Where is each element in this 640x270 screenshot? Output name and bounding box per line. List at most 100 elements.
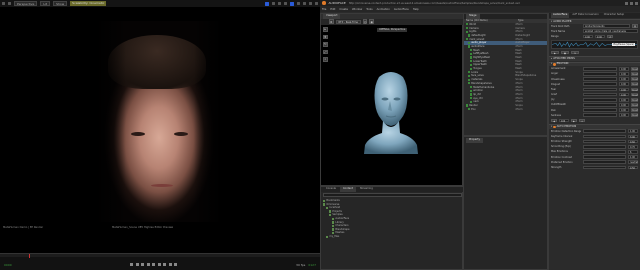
- auto-emotion-value[interactable]: 3.00: [628, 134, 638, 139]
- auto-emotion-value[interactable]: 1.00: [628, 129, 638, 133]
- sequencer-timeline[interactable]: 0000 30 fps 0127: [0, 253, 320, 270]
- list-item[interactable]: my_files: [323, 235, 462, 239]
- emotion-reset-button[interactable]: Reset: [631, 82, 638, 86]
- column-name[interactable]: Name (Old Name): [464, 19, 516, 22]
- timeline-track[interactable]: [0, 253, 320, 258]
- emotion-slider[interactable]: [583, 103, 617, 107]
- auto-emotion-slider[interactable]: [583, 155, 626, 160]
- emotion-value-field[interactable]: 0.00: [619, 82, 629, 86]
- emotion-slider[interactable]: [583, 87, 617, 92]
- playhead[interactable]: [28, 254, 30, 258]
- emotion-slider[interactable]: [583, 97, 617, 102]
- emotion-value-field[interactable]: 0.00: [619, 66, 629, 71]
- range-reset-icon[interactable]: ↺: [607, 34, 613, 39]
- auto-emotion-value[interactable]: 6: [628, 150, 638, 154]
- tab-audio2face[interactable]: Audio2Face: [551, 13, 570, 18]
- play-icon[interactable]: ▶: [551, 50, 559, 55]
- emotion-slider[interactable]: [583, 108, 617, 113]
- auto-emotion-slider[interactable]: [583, 134, 626, 139]
- range-start-field[interactable]: 0.00: [583, 34, 593, 39]
- step-back-icon[interactable]: [141, 263, 145, 266]
- close-icon[interactable]: [635, 1, 638, 5]
- skip-start-icon[interactable]: [130, 263, 134, 266]
- rotate-tool-icon[interactable]: ↻: [323, 42, 328, 47]
- menu-window[interactable]: Window: [352, 8, 362, 11]
- keyframe-field[interactable]: 100: [559, 118, 569, 123]
- app-viewport-panel[interactable]: Viewport ⚙ RTX - Real-Time ◎ ◉ ▸ ✥ ↻ ⤢ ⌖…: [320, 13, 464, 186]
- step-forward-icon[interactable]: [157, 263, 161, 266]
- auto-emotion-slider[interactable]: [583, 160, 626, 165]
- tab-console[interactable]: Console: [323, 187, 339, 192]
- maximize-window-icon[interactable]: [630, 1, 633, 5]
- emotion-reset-button[interactable]: Reset: [631, 108, 638, 112]
- lighting-select[interactable]: Lit: [40, 1, 51, 6]
- grid-snap-icon[interactable]: [297, 2, 300, 5]
- next-key-icon[interactable]: [163, 263, 167, 266]
- audio-waveform[interactable]: Play/Pause (Space): [551, 40, 638, 50]
- auto-emotion-value[interactable]: neutral: [628, 160, 638, 164]
- auto-emotion-slider[interactable]: [583, 144, 626, 149]
- menu-tools[interactable]: Tools: [366, 8, 372, 11]
- emotion-value-field[interactable]: 0.00: [619, 97, 629, 102]
- tab-property[interactable]: Property: [466, 138, 483, 143]
- scale-tool-icon[interactable]: ⤢: [323, 49, 328, 54]
- camera-speed-icon[interactable]: [309, 2, 312, 5]
- tab-stage[interactable]: Stage: [466, 14, 480, 19]
- next-keyframe-icon[interactable]: ▶: [571, 118, 577, 123]
- auto-emotion-value[interactable]: 0.50: [628, 165, 638, 170]
- play-reverse-icon[interactable]: [146, 263, 150, 266]
- add-icon[interactable]: [8, 2, 11, 5]
- camera-icon[interactable]: ◎: [362, 19, 368, 24]
- eye-icon[interactable]: ◉: [369, 19, 374, 24]
- move-tool-icon[interactable]: ✥: [323, 34, 328, 39]
- menu-edit[interactable]: Edit: [330, 8, 335, 11]
- select-mode-icon[interactable]: [265, 1, 269, 6]
- scale-icon[interactable]: [284, 2, 287, 5]
- show-select[interactable]: Show: [53, 1, 68, 6]
- menu-animation[interactable]: Animation: [377, 8, 390, 11]
- prev-key-icon[interactable]: [135, 263, 139, 266]
- camera-label[interactable]: OPENGL, Perspective: [377, 28, 408, 32]
- emotion-slider[interactable]: [583, 66, 617, 71]
- emotion-reset-button[interactable]: Reset: [631, 66, 638, 71]
- rotate-icon[interactable]: [278, 2, 281, 5]
- menu-create[interactable]: Create: [339, 8, 348, 11]
- head-3d-model[interactable]: [361, 69, 421, 154]
- tab-data-conversion[interactable]: A2F Data Conversion: [570, 13, 600, 18]
- emotion-slider[interactable]: [583, 82, 617, 87]
- auto-emotion-value[interactable]: 0.60: [628, 139, 638, 144]
- prev-keyframe-icon[interactable]: ◀: [551, 118, 557, 123]
- emotion-value-field[interactable]: 0.00: [619, 113, 629, 117]
- stage-tree-row[interactable]: Env Xform: [464, 107, 547, 111]
- fps-readout[interactable]: 30 fps: [296, 263, 305, 267]
- menu-help[interactable]: Help: [413, 8, 419, 11]
- emotion-value-field[interactable]: 0.00: [619, 87, 629, 92]
- menu-icon[interactable]: [2, 2, 5, 5]
- loop-icon[interactable]: ⟳: [571, 50, 579, 55]
- loop-icon[interactable]: [174, 263, 178, 266]
- select-tool-icon[interactable]: ▸: [323, 27, 328, 32]
- emotion-reset-button[interactable]: Reset: [631, 97, 638, 102]
- emotion-slider[interactable]: [583, 71, 617, 76]
- skip-end-icon[interactable]: [168, 263, 172, 266]
- range-end-field[interactable]: 9.00: [595, 34, 605, 39]
- play-icon[interactable]: [152, 263, 156, 266]
- emotion-slider[interactable]: [583, 77, 617, 81]
- record-icon[interactable]: ●: [561, 50, 569, 55]
- emotion-value-field[interactable]: 0.00: [619, 103, 629, 107]
- settings-icon[interactable]: ⚙: [329, 19, 334, 24]
- auto-emotion-slider[interactable]: [583, 139, 626, 144]
- menu-file[interactable]: File: [322, 8, 326, 11]
- world-space-icon[interactable]: [290, 1, 294, 6]
- track-name-field[interactable]: english_voice_male_p1_neutral.wav: [583, 29, 638, 34]
- minimize-icon[interactable]: [625, 1, 628, 5]
- auto-emotion-slider[interactable]: [583, 129, 626, 134]
- translate-icon[interactable]: [272, 2, 275, 5]
- emotion-reset-button[interactable]: Reset: [631, 71, 638, 76]
- emotion-value-field[interactable]: 0.00: [619, 77, 629, 81]
- section-attached-prims[interactable]: ▸ ATTACHED PRIMS: [549, 56, 640, 61]
- folder-browse-icon[interactable]: ▤: [632, 24, 638, 28]
- emotion-reset-button[interactable]: Reset: [631, 87, 638, 92]
- add-keyframe-icon[interactable]: +: [579, 118, 585, 123]
- tab-character-setup[interactable]: Character Setup: [602, 13, 626, 18]
